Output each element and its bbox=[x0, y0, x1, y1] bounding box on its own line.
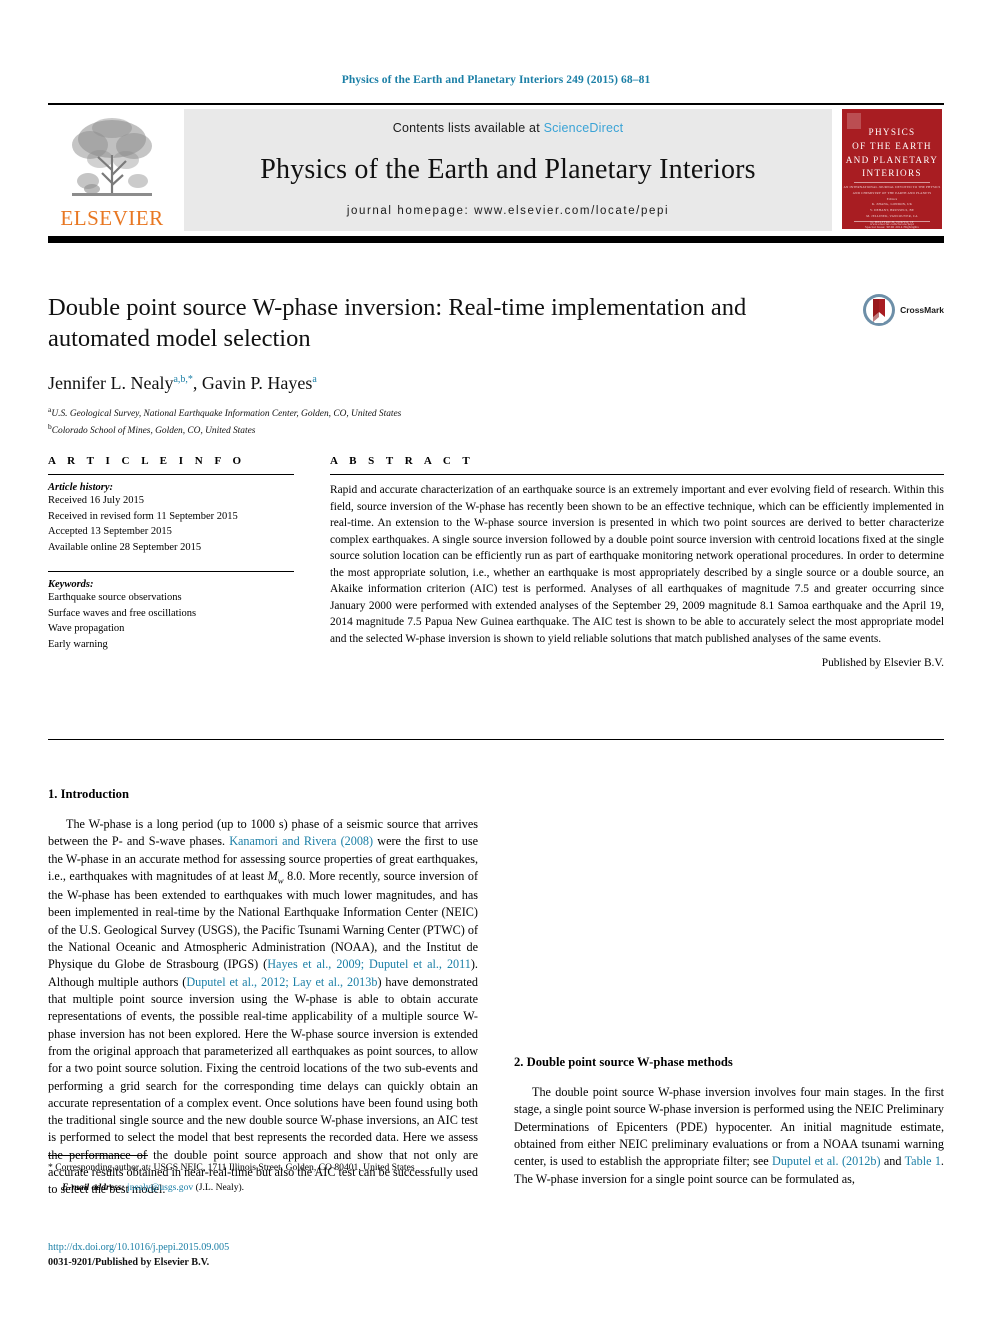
crossmark-label: CrossMark bbox=[900, 305, 944, 315]
footnote-rule bbox=[48, 1155, 148, 1156]
cover-title-line: OF THE EARTH bbox=[852, 140, 932, 151]
section-heading-methods: 2. Double point source W-phase methods bbox=[514, 1055, 733, 1069]
title-block: Double point source W-phase inversion: R… bbox=[48, 293, 944, 439]
keywords-rule bbox=[48, 571, 294, 573]
corresponding-author-text: Corresponding author at: USGS NEIC, 1711… bbox=[52, 1162, 415, 1173]
issn-line: 0031-9201/Published by Elsevier B.V. bbox=[48, 1256, 210, 1268]
article-history-item: Available online 28 September 2015 bbox=[48, 541, 202, 553]
affiliation-b: bColorado School of Mines, Golden, CO, U… bbox=[48, 421, 944, 439]
elsevier-wordmark: ELSEVIER bbox=[60, 206, 164, 230]
citation-link-duputel-lay[interactable]: Duputel et al., 2012; Lay et al., 2013b bbox=[186, 975, 377, 989]
abstract-heading: A B S T R A C T bbox=[330, 455, 475, 467]
keywords-label: Keywords: bbox=[48, 579, 94, 591]
affiliation-b-text: Colorado School of Mines, Golden, CO, Un… bbox=[51, 426, 256, 437]
methods-paragraph: The double point source W-phase inversio… bbox=[514, 1084, 944, 1188]
elsevier-tree-icon bbox=[72, 118, 152, 196]
methods-text-b: and bbox=[880, 1154, 905, 1169]
article-history-item: Accepted 13 September 2015 bbox=[48, 526, 172, 538]
journal-band: Contents lists available at ScienceDirec… bbox=[184, 109, 832, 231]
info-abstract-region: A R T I C L E I N F O Article history: R… bbox=[48, 455, 944, 669]
citation-link-duputel-2012b[interactable]: Duputel et al. (2012b) bbox=[772, 1154, 881, 1168]
cover-divider bbox=[854, 182, 930, 183]
corresponding-author-line: * Corresponding author at: USGS NEIC, 17… bbox=[48, 1161, 478, 1175]
abstract-rule bbox=[330, 474, 944, 475]
article-history-item: Received in revised form 11 September 20… bbox=[48, 510, 238, 522]
elsevier-logo: ELSEVIER bbox=[48, 109, 176, 231]
magnitude-symbol: M bbox=[267, 868, 278, 883]
author-2-affiliation-mark[interactable]: a bbox=[312, 374, 316, 385]
article-info-column: A R T I C L E I N F O Article history: R… bbox=[48, 455, 294, 669]
page-title: Double point source W-phase inversion: R… bbox=[48, 294, 747, 352]
body-columns: 1. Introduction The W-phase is a long pe… bbox=[48, 787, 944, 1199]
author-1-affiliation-marks[interactable]: a,b,* bbox=[173, 374, 192, 385]
email-owner: (J.L. Nealy). bbox=[195, 1182, 245, 1194]
citation-link-kanamori[interactable]: Kanamori and Rivera (2008) bbox=[229, 834, 373, 848]
cover-url: www.elsevier.com/locate/pepi bbox=[870, 222, 914, 226]
masthead-bottom-bar bbox=[48, 236, 944, 243]
body-separator-rule bbox=[48, 739, 944, 740]
running-head: Physics of the Earth and Planetary Inter… bbox=[341, 74, 651, 86]
keyword-item: Surface waves and free oscillations bbox=[48, 607, 197, 619]
affiliation-a-text: U.S. Geological Survey, National Earthqu… bbox=[51, 408, 402, 419]
journal-article-page: Physics of the Earth and Planetary Inter… bbox=[0, 0, 992, 1323]
cover-fine-line: AND CHEMISTRY OF THE EARTH AND PLANETS bbox=[852, 190, 932, 195]
article-info-heading: A R T I C L E I N F O bbox=[48, 455, 246, 467]
article-history-label: Article history: bbox=[48, 482, 114, 493]
journal-cover-image: PHYSICS OF THE EARTH AND PLANETARY INTER… bbox=[842, 109, 942, 229]
body-column-right: 2. Double point source W-phase methods T… bbox=[514, 787, 944, 1199]
contents-prefix: Contents lists available at bbox=[392, 121, 540, 135]
table-1-link[interactable]: Table 1 bbox=[905, 1154, 941, 1168]
journal-masthead: ELSEVIER Contents lists available at Sci… bbox=[48, 103, 944, 243]
keyword-item: Earthquake source observations bbox=[48, 592, 182, 604]
crossmark-icon[interactable] bbox=[862, 293, 896, 327]
cover-title-line: AND PLANETARY bbox=[845, 154, 939, 165]
email-line: E-mail address: jnealy@usgs.gov (J.L. Ne… bbox=[48, 1182, 478, 1193]
article-info-rule bbox=[48, 474, 294, 475]
journal-cover-thumbnail: PHYSICS OF THE EARTH AND PLANETARY INTER… bbox=[840, 109, 944, 231]
cover-title-line: PHYSICS bbox=[868, 127, 916, 137]
keywords-block: Keywords: Earthquake source observations… bbox=[48, 579, 294, 652]
body-column-left: 1. Introduction The W-phase is a long pe… bbox=[48, 787, 478, 1199]
contents-available-line: Contents lists available at ScienceDirec… bbox=[393, 121, 624, 135]
affiliation-a: aU.S. Geological Survey, National Earthq… bbox=[48, 404, 944, 422]
keyword-item: Wave propagation bbox=[48, 623, 125, 635]
author-name-2: , Gavin P. Hayes bbox=[192, 372, 313, 393]
affiliation-list: aU.S. Geological Survey, National Earthq… bbox=[48, 404, 944, 439]
abstract-column: A B S T R A C T Rapid and accurate chara… bbox=[330, 455, 944, 669]
email-label: E-mail address: bbox=[62, 1182, 125, 1194]
doi-link[interactable]: http://dx.doi.org/10.1016/j.pepi.2015.09… bbox=[48, 1241, 478, 1256]
section-heading-introduction: 1. Introduction bbox=[48, 787, 129, 801]
cover-title-line: INTERIORS bbox=[862, 168, 922, 179]
doi-block: http://dx.doi.org/10.1016/j.pepi.2015.09… bbox=[48, 1241, 478, 1271]
intro-text-c: 8.0. More recently, source inversion of … bbox=[48, 868, 479, 972]
cover-fine-line: AN INTERNATIONAL JOURNAL DEVOTED TO THE … bbox=[843, 185, 941, 189]
crossmark-badge[interactable]: CrossMark bbox=[862, 293, 944, 327]
abstract-publisher-line: Published by Elsevier B.V. bbox=[821, 657, 944, 670]
author-list: Jennifer L. Nealya,b,*, Gavin P. Hayesa bbox=[48, 373, 944, 394]
sciencedirect-link[interactable]: ScienceDirect bbox=[544, 121, 624, 135]
masthead-top-rule bbox=[48, 103, 944, 105]
keyword-item: Early warning bbox=[48, 638, 108, 650]
journal-homepage-line[interactable]: journal homepage: www.elsevier.com/locat… bbox=[347, 205, 669, 217]
author-name-1: Jennifer L. Nealy bbox=[48, 372, 174, 393]
cover-title: PHYSICS OF THE EARTH AND PLANETARY INTER… bbox=[842, 126, 942, 181]
citation-link-hayes-duputel[interactable]: Hayes et al., 2009; Duputel et al., 2011 bbox=[267, 957, 471, 971]
introduction-paragraph: The W-phase is a long period (up to 1000… bbox=[48, 816, 478, 1199]
email-link[interactable]: jnealy@usgs.gov bbox=[127, 1182, 193, 1193]
abstract-text: Rapid and accurate characterization of a… bbox=[330, 484, 944, 645]
article-history-item: Received 16 July 2015 bbox=[48, 495, 144, 506]
journal-title: Physics of the Earth and Planetary Inter… bbox=[260, 153, 756, 185]
corresponding-author-footnote: * Corresponding author at: USGS NEIC, 17… bbox=[48, 1155, 478, 1193]
